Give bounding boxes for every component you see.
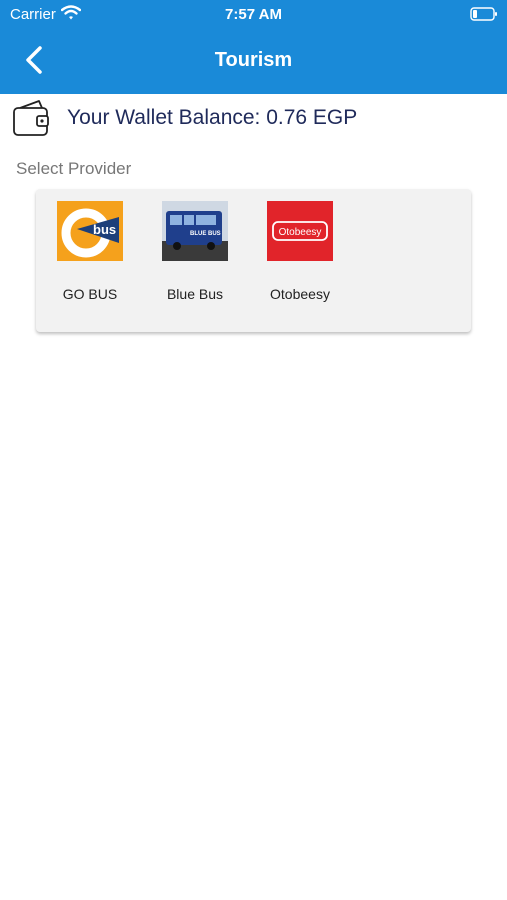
otobeesy-logo-icon: Otobeesy — [267, 201, 333, 261]
wallet-balance-row: Your Wallet Balance: 0.76 EGP — [12, 100, 492, 138]
status-time: 7:57 AM — [225, 6, 282, 23]
provider-name: GO BUS — [62, 286, 118, 302]
gobus-logo-icon: bus — [57, 201, 123, 261]
svg-text:bus: bus — [93, 222, 116, 237]
svg-text:BLUE BUS: BLUE BUS — [190, 231, 221, 237]
bluebus-photo-icon: BLUE BUS — [162, 201, 228, 261]
provider-blue-bus[interactable]: BLUE BUS Blue Bus — [149, 201, 239, 311]
provider-go-bus[interactable]: bus GO BUS — [44, 201, 134, 311]
wallet-icon — [12, 100, 50, 143]
app-header: Carrier 7:57 AM Tourism — [0, 0, 507, 94]
status-bar: Carrier 7:57 AM — [0, 0, 507, 30]
select-provider-label: Select Provider — [16, 159, 132, 178]
svg-text:Otobeesy: Otobeesy — [279, 227, 322, 238]
provider-name: Otobeesy — [270, 286, 330, 302]
provider-list: bus GO BUS BLUE BUS Blue Bus Otobeesy Ot… — [36, 189, 471, 332]
battery-icon — [470, 7, 497, 21]
wallet-balance-text: Your Wallet Balance: 0.76 EGP — [67, 106, 358, 129]
page-title: Tourism — [214, 49, 293, 71]
provider-otobeesy[interactable]: Otobeesy Otobeesy — [254, 201, 344, 311]
provider-name: Blue Bus — [166, 286, 224, 302]
